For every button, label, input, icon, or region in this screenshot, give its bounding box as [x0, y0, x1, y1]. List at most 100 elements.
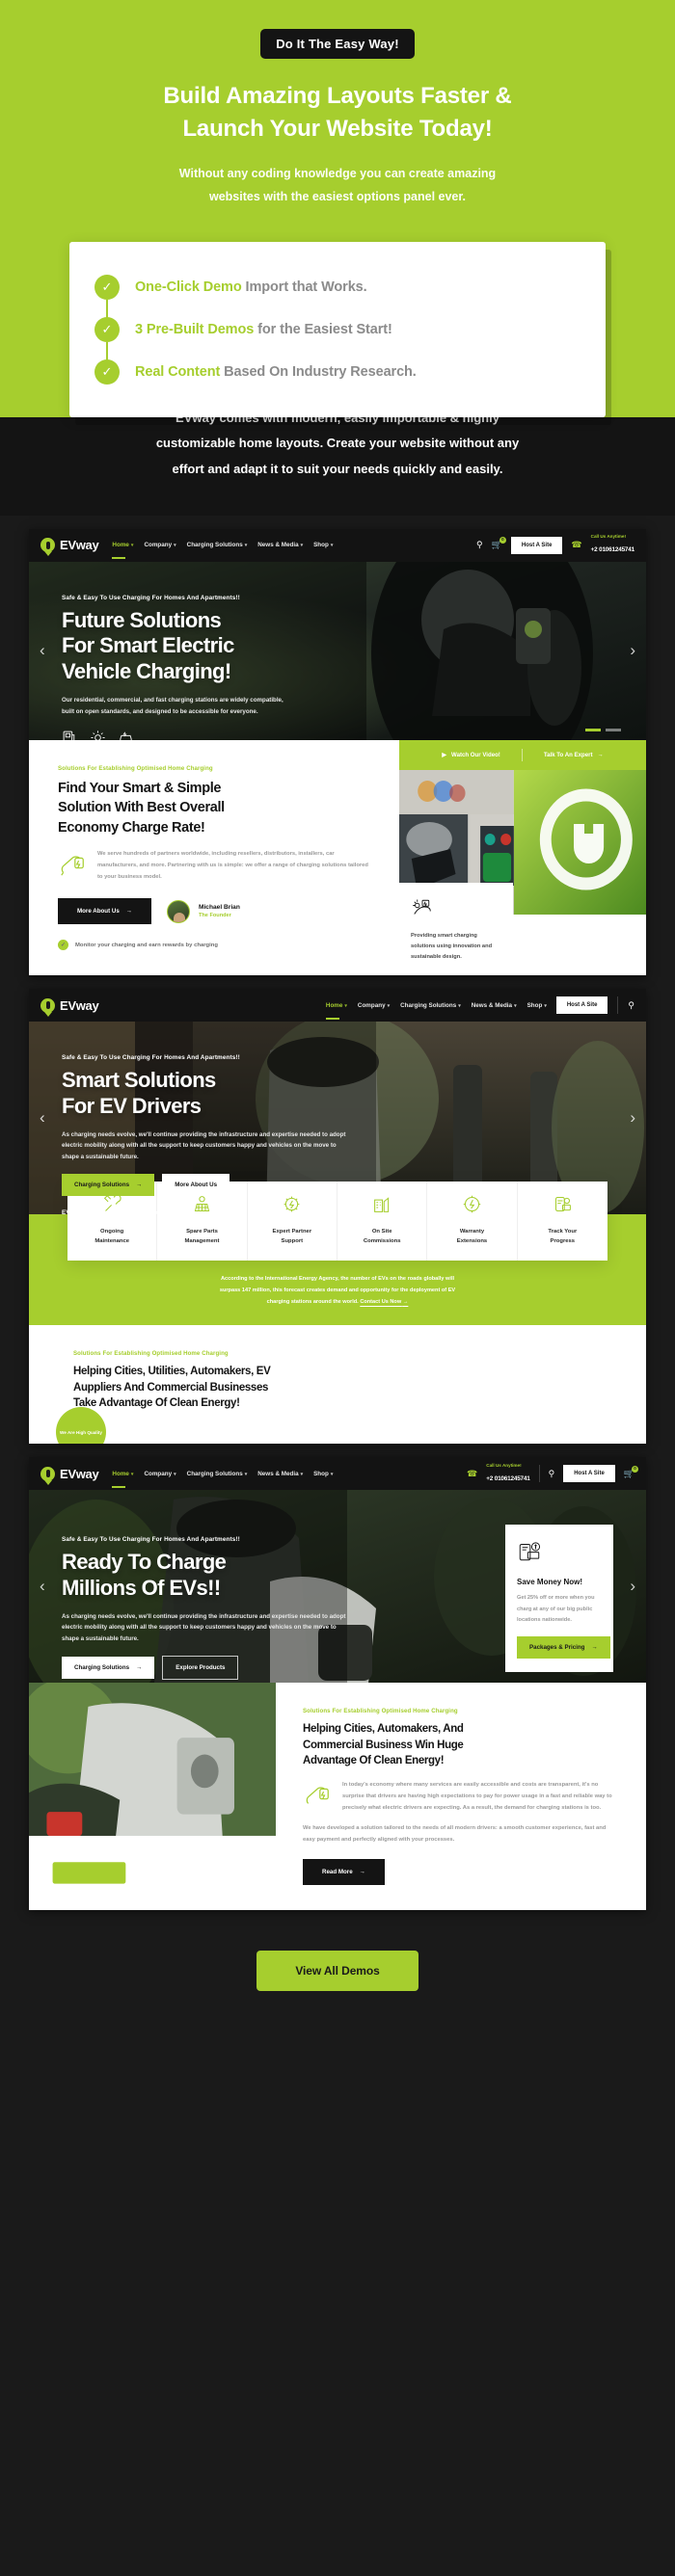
hero-badge: Do It The Easy Way!: [260, 29, 415, 59]
carousel-next-button[interactable]: ›: [630, 641, 635, 660]
button-label: Charging Solutions: [74, 1664, 130, 1672]
view-all-demos-button[interactable]: View All Demos: [256, 1951, 418, 1992]
divider: [538, 1465, 540, 1483]
demo-preview-1[interactable]: EVway Home ▾ Company ▾ Charging Solutions ▾…: [29, 528, 646, 976]
nav-item-news-media[interactable]: News & Media ▾: [257, 1471, 303, 1477]
nav-item-shop[interactable]: Shop ▾: [527, 1002, 547, 1009]
arrow-icon: →: [136, 1182, 143, 1189]
feature-highlight: Real Content: [135, 363, 221, 380]
service-card[interactable]: Track Your Progress: [518, 1182, 608, 1261]
demo1-more-about-us-button[interactable]: More About Us →: [58, 898, 151, 925]
call-number: +2 01061245741: [486, 1474, 530, 1482]
brand-logo[interactable]: EVway: [40, 538, 99, 553]
nav-item-company[interactable]: Company ▾: [144, 1471, 176, 1477]
search-icon[interactable]: ⚲: [549, 1469, 555, 1478]
check-icon: ✓: [94, 274, 120, 321]
talk-to-expert-link[interactable]: Talk To An Expert →: [544, 752, 604, 758]
search-icon[interactable]: ⚲: [628, 1000, 634, 1010]
carousel-dot-active[interactable]: [585, 729, 601, 731]
nav-item-charging-solutions[interactable]: Charging Solutions ▾: [187, 1471, 248, 1477]
nav-links: Home ▾ Company ▾ Charging Solutions ▾ News …: [112, 1471, 333, 1488]
phone-icon: ☎: [571, 540, 582, 550]
demo1-title-line-3: Vehicle Charging!: [62, 659, 231, 684]
carousel-prev-button[interactable]: ‹: [40, 641, 45, 660]
demo3-content-section: Solutions For Establishing Optimised Hom…: [29, 1683, 646, 1911]
carousel-prev-button[interactable]: ‹: [40, 1108, 45, 1128]
check-icon: ✓: [94, 316, 120, 363]
carousel-dots[interactable]: [585, 729, 621, 731]
carousel-prev-button[interactable]: ‹: [40, 1577, 45, 1596]
save-card-title: Save Money Now!: [517, 1578, 583, 1587]
nav-item-shop[interactable]: Shop ▾: [313, 542, 333, 548]
note-line-1: According to the International Energy Ag…: [220, 1276, 455, 1283]
nav-item-news-media[interactable]: News & Media ▾: [472, 1002, 517, 1009]
charge-plug-icon: [61, 856, 84, 876]
cart-icon[interactable]: 🛒 0: [624, 1465, 638, 1478]
nav-label: Company: [144, 542, 173, 549]
nav-label: Company: [144, 1470, 173, 1477]
call-info[interactable]: Call Us Anytime! +2 01061245741: [486, 1463, 530, 1485]
nav-item-home[interactable]: Home ▾: [325, 1001, 347, 1020]
service-label: Spare Parts Management: [184, 1229, 220, 1245]
nav-item-charging-solutions[interactable]: Charging Solutions ▾: [187, 542, 248, 548]
contact-us-now-link[interactable]: Contact Us Now →: [360, 1299, 408, 1305]
demo2-hero-content: Safe & Easy To Use Charging For Homes An…: [29, 1022, 347, 1214]
nav-item-home[interactable]: Home ▾: [112, 542, 133, 560]
arrow-icon: →: [125, 908, 132, 916]
brand-logo[interactable]: EVway: [40, 997, 99, 1013]
packages-pricing-button[interactable]: Packages & Pricing →: [517, 1635, 610, 1659]
service-card[interactable]: On Site Commissions: [338, 1182, 428, 1261]
nav-item-charging-solutions[interactable]: Charging Solutions ▾: [400, 1002, 461, 1009]
page-root: Do It The Easy Way! Build Amazing Layout…: [0, 0, 675, 2025]
demo3-title-line-1: Ready To Charge: [62, 1550, 227, 1575]
host-a-site-button[interactable]: Host A Site: [563, 1465, 615, 1483]
founder-block: Michael Brian The Founder: [166, 899, 240, 923]
demo2-charging-solutions-button[interactable]: Charging Solutions →: [62, 1174, 155, 1197]
demo1-actions: More About Us → Michael Brian The Founder: [58, 898, 370, 925]
nav-item-shop[interactable]: Shop ▾: [313, 1471, 333, 1477]
nav-item-home[interactable]: Home ▾: [112, 1471, 133, 1488]
demo2-more-about-us-button[interactable]: More About Us: [162, 1174, 230, 1197]
solar-charge-icon: [413, 899, 431, 915]
demo2-section-title-line-3: Take Advantage Of Clean Energy!: [73, 1397, 240, 1410]
nav-item-news-media[interactable]: News & Media ▾: [257, 542, 303, 548]
nav-item-company[interactable]: Company ▾: [144, 542, 176, 548]
demo3-actions: Read More →: [303, 1859, 619, 1886]
nav-label: Charging Solutions: [186, 542, 243, 549]
cart-icon[interactable]: 🛒 0: [492, 537, 506, 549]
nav-label: News & Media: [257, 542, 299, 549]
brand-logo[interactable]: EVway: [40, 1466, 99, 1481]
nav-label: Home: [112, 542, 129, 549]
demo1-note-text: Monitor your charging and earn rewards b…: [75, 942, 218, 948]
watch-video-link[interactable]: ▶ Watch Our Video!: [442, 752, 500, 758]
demo2-eyebrow: Safe & Easy To Use Charging For Homes An…: [62, 1054, 240, 1062]
demo1-section-title-line-2: Solution With Best Overall: [58, 800, 225, 816]
call-number: +2 01061245741: [590, 546, 635, 554]
demo3-read-more-button[interactable]: Read More →: [303, 1859, 385, 1886]
demo1-right-column: ▶ Watch Our Video! Talk To An Expert → P…: [399, 739, 646, 976]
intro-line-3: effort and adapt it to suit your needs q…: [172, 461, 503, 476]
nav-label: Home: [325, 1001, 343, 1009]
demo3-description: As charging needs evolve, we'll continue…: [62, 1613, 346, 1642]
demo-preview-2[interactable]: EVway Home ▾ Company ▾ Charging Solutions ▾…: [29, 989, 646, 1445]
demo3-left-image: [29, 1683, 276, 1911]
service-card[interactable]: Warranty Extensions: [427, 1182, 518, 1261]
button-label: Read More: [322, 1869, 353, 1876]
host-a-site-button[interactable]: Host A Site: [555, 996, 608, 1015]
demo-preview-3[interactable]: EVway Home ▾ Company ▾ Charging Solutions ▾…: [29, 1457, 646, 1911]
nav-item-company[interactable]: Company ▾: [358, 1002, 390, 1009]
search-icon[interactable]: ⚲: [476, 541, 483, 549]
demo3-explore-products-button[interactable]: Explore Products: [162, 1656, 239, 1681]
call-info[interactable]: Call Us Anytime! +2 01061245741: [590, 534, 635, 556]
hero-subtitle-line-1: Without any coding knowledge you can cre…: [178, 167, 497, 181]
demo3-charging-solutions-button[interactable]: Charging Solutions →: [62, 1657, 155, 1680]
track-progress-icon: [554, 1197, 571, 1212]
host-a-site-button[interactable]: Host A Site: [510, 536, 563, 554]
feature-row: ✓ One-Click Demo Import that Works.: [94, 271, 573, 321]
carousel-next-button[interactable]: ›: [630, 1108, 635, 1128]
link-label: Talk To An Expert: [543, 751, 593, 758]
demo1-smart-card: Providing smart charging solutions using…: [399, 882, 513, 976]
demo1-desc-line-1: Our residential, commercial, and fast ch…: [62, 697, 284, 704]
carousel-next-button[interactable]: ›: [630, 1577, 635, 1596]
carousel-dot[interactable]: [606, 729, 621, 731]
